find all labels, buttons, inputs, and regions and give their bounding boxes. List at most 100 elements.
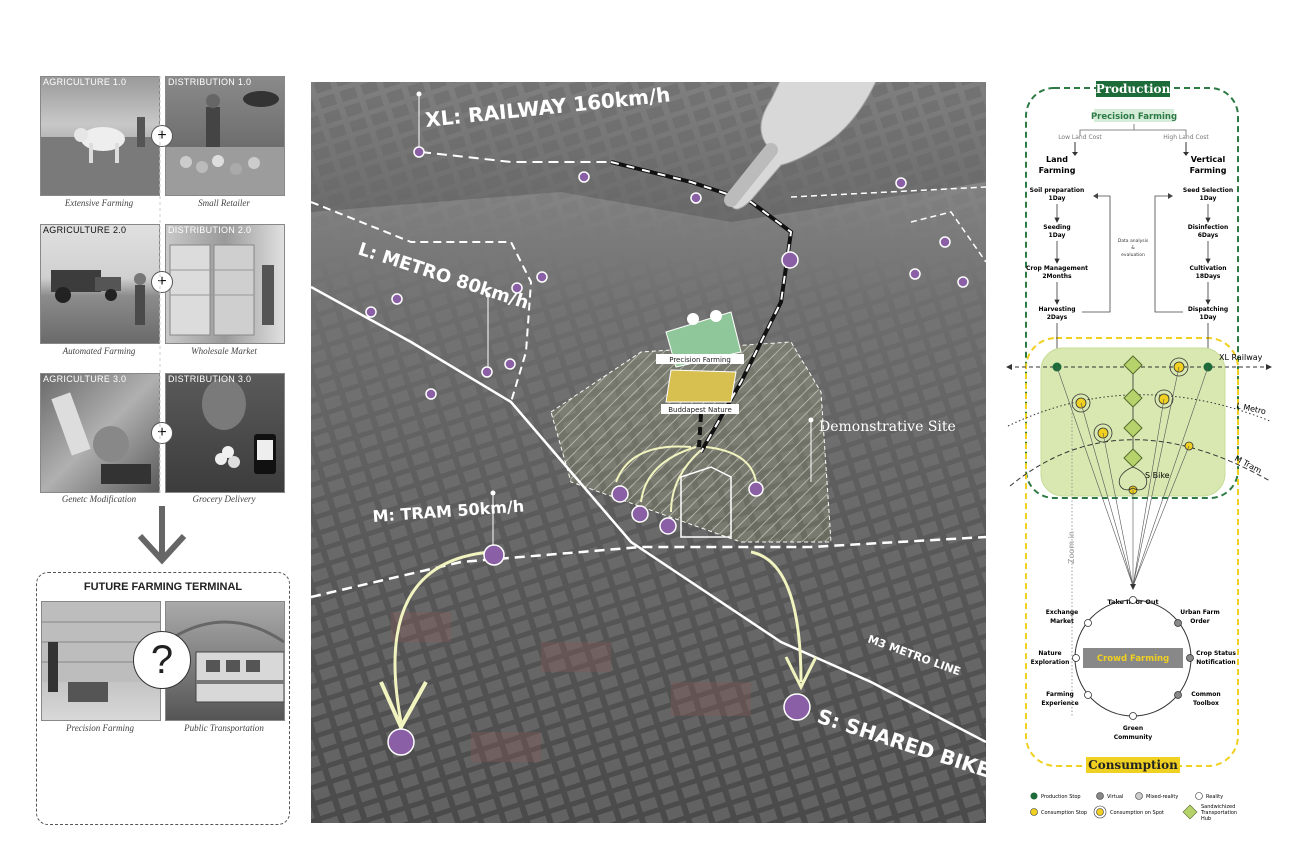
distribution-2-caption: Wholesale Market: [191, 346, 257, 356]
data-analysis-line3: evaluation: [1121, 252, 1145, 258]
metro-stop-icon: [939, 236, 951, 248]
column-divider: [159, 76, 161, 496]
ring-item-exchange-2: Market: [1050, 618, 1074, 625]
virtual-node-icon: [1174, 619, 1182, 627]
right-step-2: Disinfection: [1188, 224, 1229, 231]
reality-node-icon: [1129, 596, 1137, 604]
bike-stop-icon: [391, 293, 403, 305]
future-right-caption: Public Transportation: [184, 723, 264, 733]
railway-stop-icon: [578, 171, 590, 183]
metro-stop-icon: [511, 282, 523, 294]
legend-reality-icon: [1195, 792, 1203, 800]
agriculture-2-label: AGRICULTURE 2.0: [43, 225, 127, 235]
distribution-3-label: DISTRIBUTION 3.0: [168, 374, 252, 384]
right-step-4: Dispatching: [1188, 306, 1228, 313]
metro-stop-icon: [895, 177, 907, 189]
demonstrative-site-label: Demonstrative Site: [819, 419, 956, 435]
future-title: FUTURE FARMING TERMINAL: [83, 581, 243, 593]
left-step-1: Soil preparation: [1030, 187, 1085, 194]
data-analysis-line1: Data analysis: [1118, 238, 1149, 244]
ring-item-urban-farm-1: Urban Farm: [1180, 609, 1220, 616]
legend-consumption-on-spot-icon: [1096, 808, 1104, 816]
data-analysis-line2: &: [1131, 245, 1135, 251]
high-land-cost: High Land Cost: [1163, 134, 1209, 141]
distribution-1-image: DISTRIBUTION 1.0: [165, 76, 285, 196]
s-bike-label: S Bike: [1145, 471, 1170, 480]
legend-consumption-on-spot: Consumption on Spot: [1110, 810, 1164, 816]
land-farming-line1: Land: [1046, 155, 1068, 164]
legend-virtual-icon: [1096, 792, 1104, 800]
legend-consumption-stop-icon: [1030, 808, 1038, 816]
agriculture-2-image: AGRICULTURE 2.0: [40, 224, 160, 344]
ring-item-exchange-1: Exchange: [1046, 609, 1078, 616]
budapest-nature-block: [665, 369, 737, 403]
distribution-3-image: DISTRIBUTION 3.0: [165, 373, 285, 493]
metro-stop-icon: [611, 485, 629, 503]
distribution-1-label: DISTRIBUTION 1.0: [168, 77, 252, 87]
virtual-node-icon: [1174, 691, 1182, 699]
bike-stop-icon: [425, 388, 437, 400]
ring-item-crop-status-1: Crop Status: [1196, 650, 1236, 657]
reality-node-icon: [1129, 712, 1137, 720]
plus-icon: +: [151, 125, 173, 147]
plus-icon: +: [151, 271, 173, 293]
future-farming-terminal: FUTURE FARMING TERMINAL ? Precision Farm…: [36, 572, 290, 825]
right-step-1: Seed Selection: [1183, 187, 1233, 194]
ring-item-urban-farm-2: Order: [1190, 618, 1209, 625]
vertical-farming-line1: Vertical: [1191, 155, 1226, 164]
distribution-3-caption: Grocery Delivery: [192, 494, 256, 504]
future-left-caption: Precision Farming: [66, 723, 134, 733]
agriculture-1-image: AGRICULTURE 1.0: [40, 76, 160, 196]
metro-stop-icon: [536, 271, 548, 283]
right-step-2-duration: 6Days: [1198, 232, 1219, 239]
agriculture-3-image: AGRICULTURE 3.0: [40, 373, 160, 493]
tram-stop-icon: [504, 358, 516, 370]
legend-hub-icon: [1182, 804, 1198, 820]
bike-stop-icon: [748, 481, 764, 497]
bike-stop-icon: [783, 693, 811, 721]
agriculture-2-caption: Automated Farming: [62, 346, 136, 356]
left-step-3-duration: 2Months: [1042, 273, 1072, 280]
location-pin-icon: [687, 313, 699, 325]
production-title: Production: [1096, 82, 1171, 96]
metro-stop-icon: [957, 276, 969, 288]
ring-item-community-2: Community: [1114, 734, 1152, 741]
crowd-farming-label: Crowd Farming: [1097, 654, 1169, 664]
ring-item-toolbox-1: Common: [1191, 691, 1220, 698]
agriculture-1-label: AGRICULTURE 1.0: [43, 77, 127, 87]
plus-icon: +: [151, 422, 173, 444]
right-step-3-duration: 18Days: [1196, 273, 1221, 280]
l-metro-label: L Metro: [1236, 401, 1267, 416]
ring-item-experience-2: Experience: [1041, 700, 1078, 707]
legend-mixed-reality-icon: [1135, 792, 1143, 800]
left-step-4: Harvesting: [1038, 306, 1075, 313]
pointing-hand-icon: [724, 82, 877, 210]
left-step-1-duration: 1Day: [1049, 195, 1066, 202]
precision-farming-map-label: Precision Farming: [669, 356, 731, 364]
zoom-in-label: Zoom in: [1067, 531, 1076, 564]
location-pin-icon: [710, 310, 722, 322]
metro-stop-icon: [365, 306, 377, 318]
land-farming-line2: Farming: [1039, 166, 1076, 175]
distribution-2-image: DISTRIBUTION 2.0: [165, 224, 285, 344]
consumption-title: Consumption: [1088, 758, 1178, 772]
tram-stop-icon: [659, 517, 677, 535]
left-step-3: Crop Management: [1026, 265, 1088, 272]
ring-item-toolbox-2: Toolbox: [1193, 700, 1219, 707]
left-step-2-duration: 1Day: [1049, 232, 1066, 239]
metro-stop-icon: [909, 268, 921, 280]
precision-farming-header: Precision Farming: [1091, 112, 1177, 122]
budapest-nature-map-label: Buddapest Nature: [668, 406, 732, 414]
tram-stop-icon: [631, 505, 649, 523]
xl-railway-label: XL Railway: [1219, 353, 1263, 362]
left-step-2: Seeding: [1043, 224, 1070, 231]
legend-reality: Reality: [1206, 794, 1223, 800]
reality-node-icon: [1084, 691, 1092, 699]
ring-item-experience-1: Farming: [1046, 691, 1074, 698]
legend-production-stop: Production Stop: [1041, 794, 1081, 800]
legend-consumption-stop: Consumption Stop: [1041, 810, 1087, 816]
railway-stop-icon: [413, 146, 425, 158]
legend-hub-line3: Hub: [1201, 816, 1211, 822]
right-step-1-duration: 1Day: [1200, 195, 1217, 202]
legend-virtual: Virtual: [1107, 794, 1123, 800]
